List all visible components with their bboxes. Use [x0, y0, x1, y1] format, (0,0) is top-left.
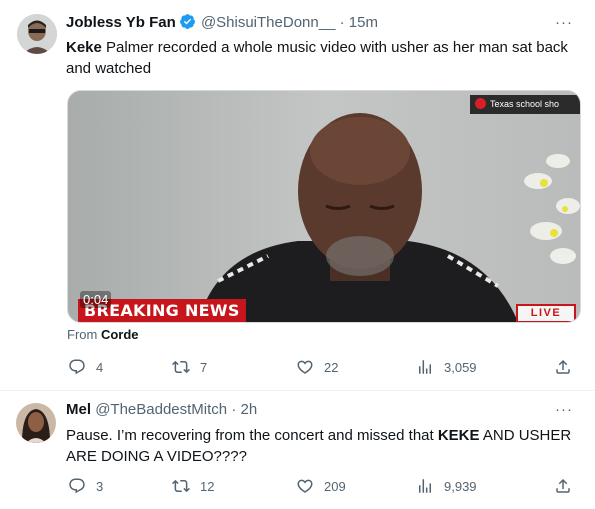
live-badge: LIVE	[516, 304, 576, 322]
source-link[interactable]: Corde	[101, 327, 139, 342]
tweet-text: Pause. I’m recovering from the concert a…	[66, 425, 581, 467]
avatar[interactable]	[17, 14, 57, 54]
retweet-icon	[172, 360, 190, 374]
video-player[interactable]: Texas school sho BREAKING NEWS 0:04 LIVE	[67, 90, 581, 323]
author-name[interactable]: Jobless Yb Fan	[66, 14, 176, 31]
verified-badge-icon	[179, 13, 196, 30]
video-duration: 0:04	[80, 291, 112, 308]
tweet-header: Jobless Yb Fan @ShisuiTheDonn__ · 15m	[66, 13, 378, 33]
heart-icon	[297, 360, 313, 374]
tweet-text-body: Palmer recorded a whole music video with…	[66, 39, 568, 77]
like-count: 209	[324, 478, 346, 494]
ticker-text: Texas school sho	[490, 99, 560, 109]
tweet-text: Keke Palmer recorded a whole music video…	[66, 37, 581, 79]
like-button[interactable]: 22	[296, 357, 338, 377]
reply-icon	[69, 359, 85, 375]
like-button[interactable]: 209	[296, 476, 346, 496]
tweet-header: Mel @TheBaddestMitch · 2h	[66, 400, 257, 420]
tweet-text-part1: Pause. I’m recovering from the concert a…	[66, 427, 438, 444]
reply-button[interactable]: 3	[68, 476, 103, 496]
reply-count: 3	[96, 478, 104, 494]
action-bar: 3 12 209 9,939	[66, 476, 578, 496]
share-icon	[556, 359, 570, 374]
more-icon[interactable]: ···	[555, 14, 573, 31]
tweet-timestamp[interactable]: 15m	[349, 14, 378, 31]
reply-icon	[69, 478, 85, 494]
action-bar: 4 7 22 3,059	[66, 357, 578, 377]
views-button[interactable]: 9,939	[416, 476, 477, 496]
retweet-count: 12	[200, 478, 215, 494]
views-count: 9,939	[444, 478, 477, 494]
reply-count: 4	[96, 359, 104, 375]
views-button[interactable]: 3,059	[416, 357, 477, 377]
retweet-button[interactable]: 12	[172, 476, 214, 496]
keke-link[interactable]: Keke	[66, 39, 102, 56]
reply-button[interactable]: 4	[68, 357, 103, 377]
separator-dot: ·	[339, 14, 345, 31]
views-chart-icon	[419, 360, 431, 374]
share-icon	[556, 478, 570, 493]
share-button[interactable]	[554, 476, 572, 496]
more-icon[interactable]: ···	[555, 401, 573, 418]
like-count: 22	[324, 359, 339, 375]
retweet-icon	[172, 479, 190, 493]
cnn-logo-icon	[475, 98, 486, 109]
views-chart-icon	[419, 479, 431, 493]
video-attribution: From Corde	[67, 327, 139, 342]
separator-dot: ·	[231, 401, 237, 418]
news-ticker: Texas school sho	[470, 95, 580, 114]
avatar[interactable]	[16, 403, 56, 443]
share-button[interactable]	[554, 357, 572, 377]
views-count: 3,059	[444, 359, 477, 375]
tweet[interactable]: Mel @TheBaddestMitch · 2h ··· Pause. I’m…	[0, 391, 595, 509]
heart-icon	[297, 479, 313, 493]
tweet[interactable]: Jobless Yb Fan @ShisuiTheDonn__ · 15m ··…	[0, 0, 595, 391]
author-name[interactable]: Mel	[66, 401, 91, 418]
retweet-count: 7	[200, 359, 208, 375]
video-frame	[68, 91, 580, 322]
from-label: From	[67, 327, 98, 342]
keke-link[interactable]: KEKE	[438, 427, 480, 444]
tweet-timestamp[interactable]: 2h	[240, 401, 257, 418]
retweet-button[interactable]: 7	[172, 357, 207, 377]
author-handle[interactable]: @TheBaddestMitch	[95, 401, 227, 418]
author-handle[interactable]: @ShisuiTheDonn__	[201, 14, 335, 31]
